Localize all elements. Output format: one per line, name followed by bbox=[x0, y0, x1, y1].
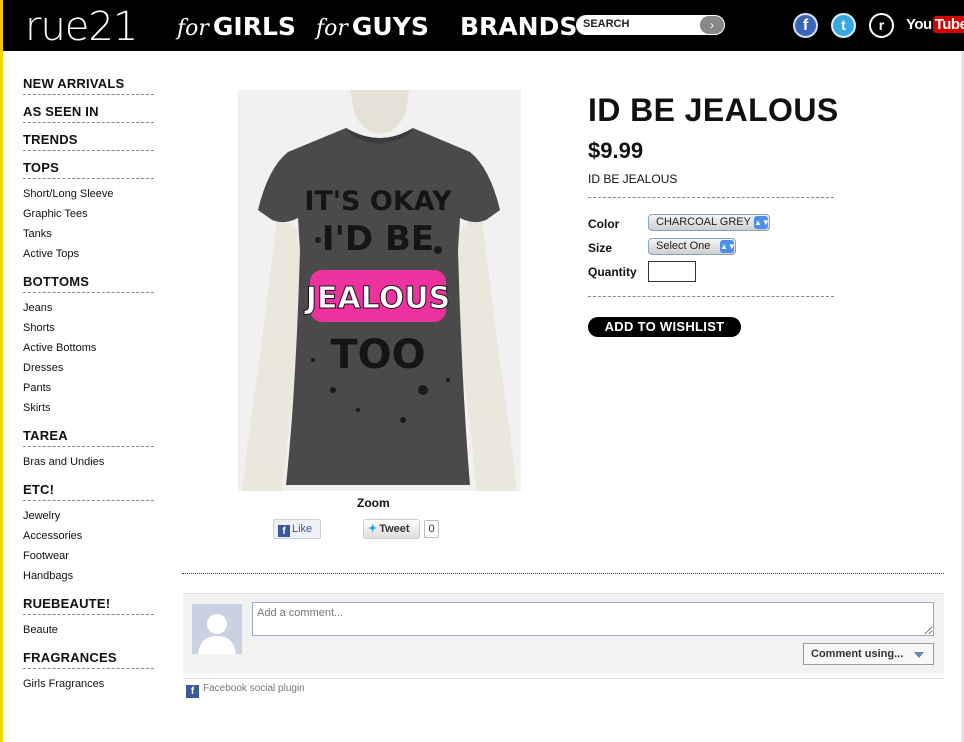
search-placeholder: SEARCH bbox=[583, 18, 630, 30]
product-price: $9.99 bbox=[588, 138, 644, 163]
quantity-input[interactable] bbox=[648, 261, 696, 282]
sidebar-heading[interactable]: TAREA bbox=[23, 428, 154, 447]
nav-girls-prefix: for bbox=[177, 16, 209, 41]
facebook-like-button[interactable]: f Like bbox=[273, 519, 321, 539]
sidebar-item[interactable]: Tanks bbox=[23, 228, 154, 248]
facebook-icon: f bbox=[186, 685, 199, 698]
sidebar-heading[interactable]: TRENDS bbox=[23, 132, 154, 151]
nav-girls[interactable]: for GIRLS bbox=[177, 12, 296, 41]
product-image[interactable]: IT'S OKAY I'D BE JEALOUS TOO bbox=[238, 90, 521, 491]
sidebar-item[interactable]: Handbags bbox=[23, 570, 154, 590]
twitter-icon[interactable]: t bbox=[831, 13, 856, 38]
shirt-line-4: TOO bbox=[330, 332, 425, 378]
sidebar-item[interactable]: Beaute bbox=[23, 624, 154, 644]
plugin-divider bbox=[183, 678, 944, 679]
sidebar-heading[interactable]: TOPS bbox=[23, 160, 154, 179]
sidebar-group: AS SEEN IN bbox=[23, 104, 154, 123]
sidebar-heading[interactable]: ETC! bbox=[23, 482, 154, 501]
sidebar-group: TRENDS bbox=[23, 132, 154, 151]
sidebar-item[interactable]: Pants bbox=[23, 382, 154, 402]
shirt-line-3: JEALOUS bbox=[304, 281, 450, 316]
sidebar-group: TOPS Short/Long Sleeve Graphic Tees Tanks Ac… bbox=[23, 160, 154, 274]
color-select-value: CHARCOAL GREY bbox=[656, 216, 751, 228]
nav-guys-label: GUYS bbox=[351, 12, 429, 41]
zoom-link[interactable]: Zoom bbox=[357, 496, 390, 510]
sidebar-group: ETC! Jewelry Accessories Footwear Handbags bbox=[23, 482, 154, 596]
sidebar-heading[interactable]: AS SEEN IN bbox=[23, 104, 154, 123]
search-go-button[interactable]: › bbox=[700, 16, 724, 34]
info-divider-bottom bbox=[588, 296, 834, 297]
shirt-on-mannequin-image: IT'S OKAY I'D BE JEALOUS TOO bbox=[238, 90, 521, 491]
tweet-button[interactable]: ✦ Tweet bbox=[363, 519, 420, 539]
shirt-line-1: IT'S OKAY bbox=[304, 186, 452, 217]
sidebar-item[interactable]: Jeans bbox=[23, 302, 154, 322]
twitter-bird-icon: ✦ bbox=[368, 523, 378, 535]
search-input[interactable]: SEARCH › bbox=[576, 15, 725, 35]
shirt-line-2: I'D BE bbox=[322, 219, 434, 259]
info-divider-top bbox=[588, 197, 834, 198]
youtube-tube: Tube bbox=[932, 16, 964, 33]
select-arrows-icon: ▲▼ bbox=[720, 240, 736, 253]
sidebar-item[interactable]: Bras and Undies bbox=[23, 456, 154, 476]
product-title: ID BE JEALOUS bbox=[588, 92, 839, 128]
nav-brands[interactable]: BRANDS bbox=[460, 12, 577, 41]
youtube-you: You bbox=[906, 16, 932, 33]
r-logo-icon[interactable]: r bbox=[869, 13, 894, 38]
sidebar-item[interactable]: Shorts bbox=[23, 322, 154, 342]
size-select[interactable]: Select One ▲▼ bbox=[648, 238, 736, 255]
sidebar-group: RUEBEAUTE! Beaute bbox=[23, 596, 154, 650]
avatar bbox=[192, 604, 242, 654]
facebook-f-icon: f bbox=[278, 525, 290, 537]
sidebar-item[interactable]: Dresses bbox=[23, 362, 154, 382]
sidebar-item[interactable]: Skirts bbox=[23, 402, 154, 422]
sidebar-heading[interactable]: FRAGRANCES bbox=[23, 650, 154, 669]
sidebar-item[interactable]: Active Tops bbox=[23, 248, 154, 268]
nav-guys[interactable]: for GUYS bbox=[316, 12, 429, 41]
sidebar-heading[interactable]: NEW ARRIVALS bbox=[23, 76, 154, 95]
color-select[interactable]: CHARCOAL GREY ▲▼ bbox=[648, 214, 770, 231]
sidebar-heading[interactable]: RUEBEAUTE! bbox=[23, 596, 154, 615]
top-nav-bar: rue21 for GIRLS for GUYS BRANDS SEARCH › f… bbox=[0, 0, 964, 51]
sidebar-item[interactable]: Jewelry bbox=[23, 510, 154, 530]
youtube-icon[interactable]: You Tube bbox=[906, 16, 964, 33]
sidebar-item[interactable]: Girls Fragrances bbox=[23, 678, 154, 698]
facebook-comments-box: Comment using... bbox=[183, 593, 944, 673]
comments-divider bbox=[182, 573, 944, 574]
sidebar-item[interactable]: Graphic Tees bbox=[23, 208, 154, 228]
add-to-wishlist-button[interactable]: ADD TO WISHLIST bbox=[588, 317, 741, 337]
quantity-label: Quantity bbox=[588, 265, 637, 279]
nav-guys-prefix: for bbox=[316, 16, 348, 41]
left-accent-edge bbox=[0, 51, 3, 742]
tweet-label: Tweet bbox=[379, 523, 410, 535]
facebook-social-plugin-link[interactable]: f Facebook social plugin bbox=[186, 683, 305, 698]
size-label: Size bbox=[588, 241, 613, 255]
sidebar-group: NEW ARRIVALS bbox=[23, 76, 154, 95]
category-sidebar: NEW ARRIVALS AS SEEN IN TRENDS TOPS Short/Lo… bbox=[23, 76, 154, 704]
sidebar-item[interactable]: Accessories bbox=[23, 530, 154, 550]
sidebar-item[interactable]: Active Bottoms bbox=[23, 342, 154, 362]
tweet-count: 0 bbox=[424, 520, 439, 538]
sidebar-heading[interactable]: BOTTOMS bbox=[23, 274, 154, 293]
sidebar-item[interactable]: Short/Long Sleeve bbox=[23, 188, 154, 208]
sidebar-group: TAREA Bras and Undies bbox=[23, 428, 154, 482]
rue21-logo[interactable]: rue21 bbox=[25, 4, 138, 50]
comment-using-dropdown[interactable]: Comment using... bbox=[803, 643, 934, 665]
product-name: ID BE JEALOUS bbox=[588, 172, 678, 186]
plugin-label: Facebook social plugin bbox=[203, 683, 305, 694]
comment-using-label: Comment using... bbox=[811, 648, 904, 660]
sidebar-group: FRAGRANCES Girls Fragrances bbox=[23, 650, 154, 704]
chevron-down-icon bbox=[914, 652, 924, 658]
like-label: Like bbox=[292, 523, 313, 535]
facebook-icon[interactable]: f bbox=[793, 13, 818, 38]
sidebar-item[interactable]: Footwear bbox=[23, 550, 154, 570]
nav-girls-label: GIRLS bbox=[212, 12, 296, 41]
size-select-value: Select One bbox=[656, 240, 711, 252]
color-label: Color bbox=[588, 217, 620, 231]
comment-input[interactable] bbox=[252, 602, 934, 636]
default-avatar-icon bbox=[192, 604, 242, 654]
sidebar-group: BOTTOMS Jeans Shorts Active Bottoms Dresses P… bbox=[23, 274, 154, 428]
select-arrows-icon: ▲▼ bbox=[754, 216, 770, 229]
